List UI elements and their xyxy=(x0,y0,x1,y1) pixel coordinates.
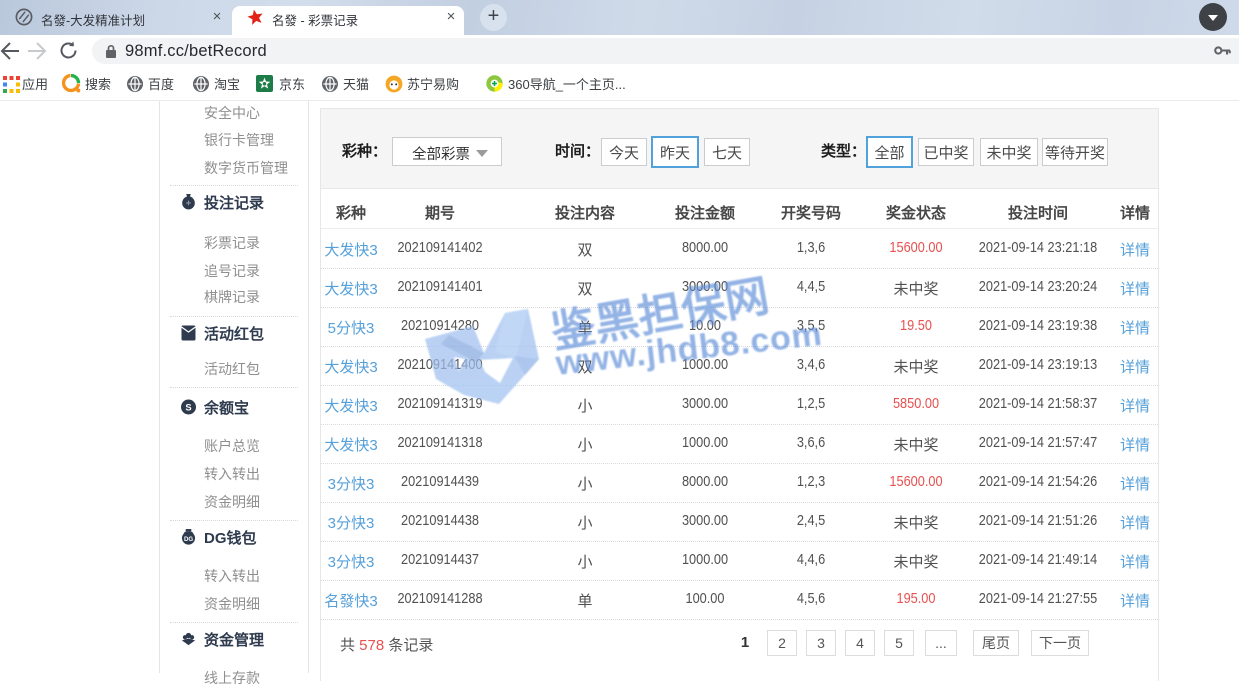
svg-text:DG: DG xyxy=(184,536,193,543)
svg-text:S: S xyxy=(185,402,191,412)
